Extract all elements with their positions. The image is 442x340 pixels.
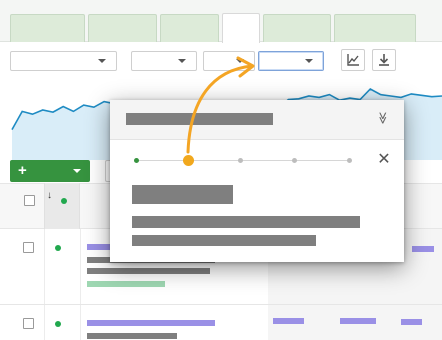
tour-pointer-arrow: [186, 56, 255, 154]
